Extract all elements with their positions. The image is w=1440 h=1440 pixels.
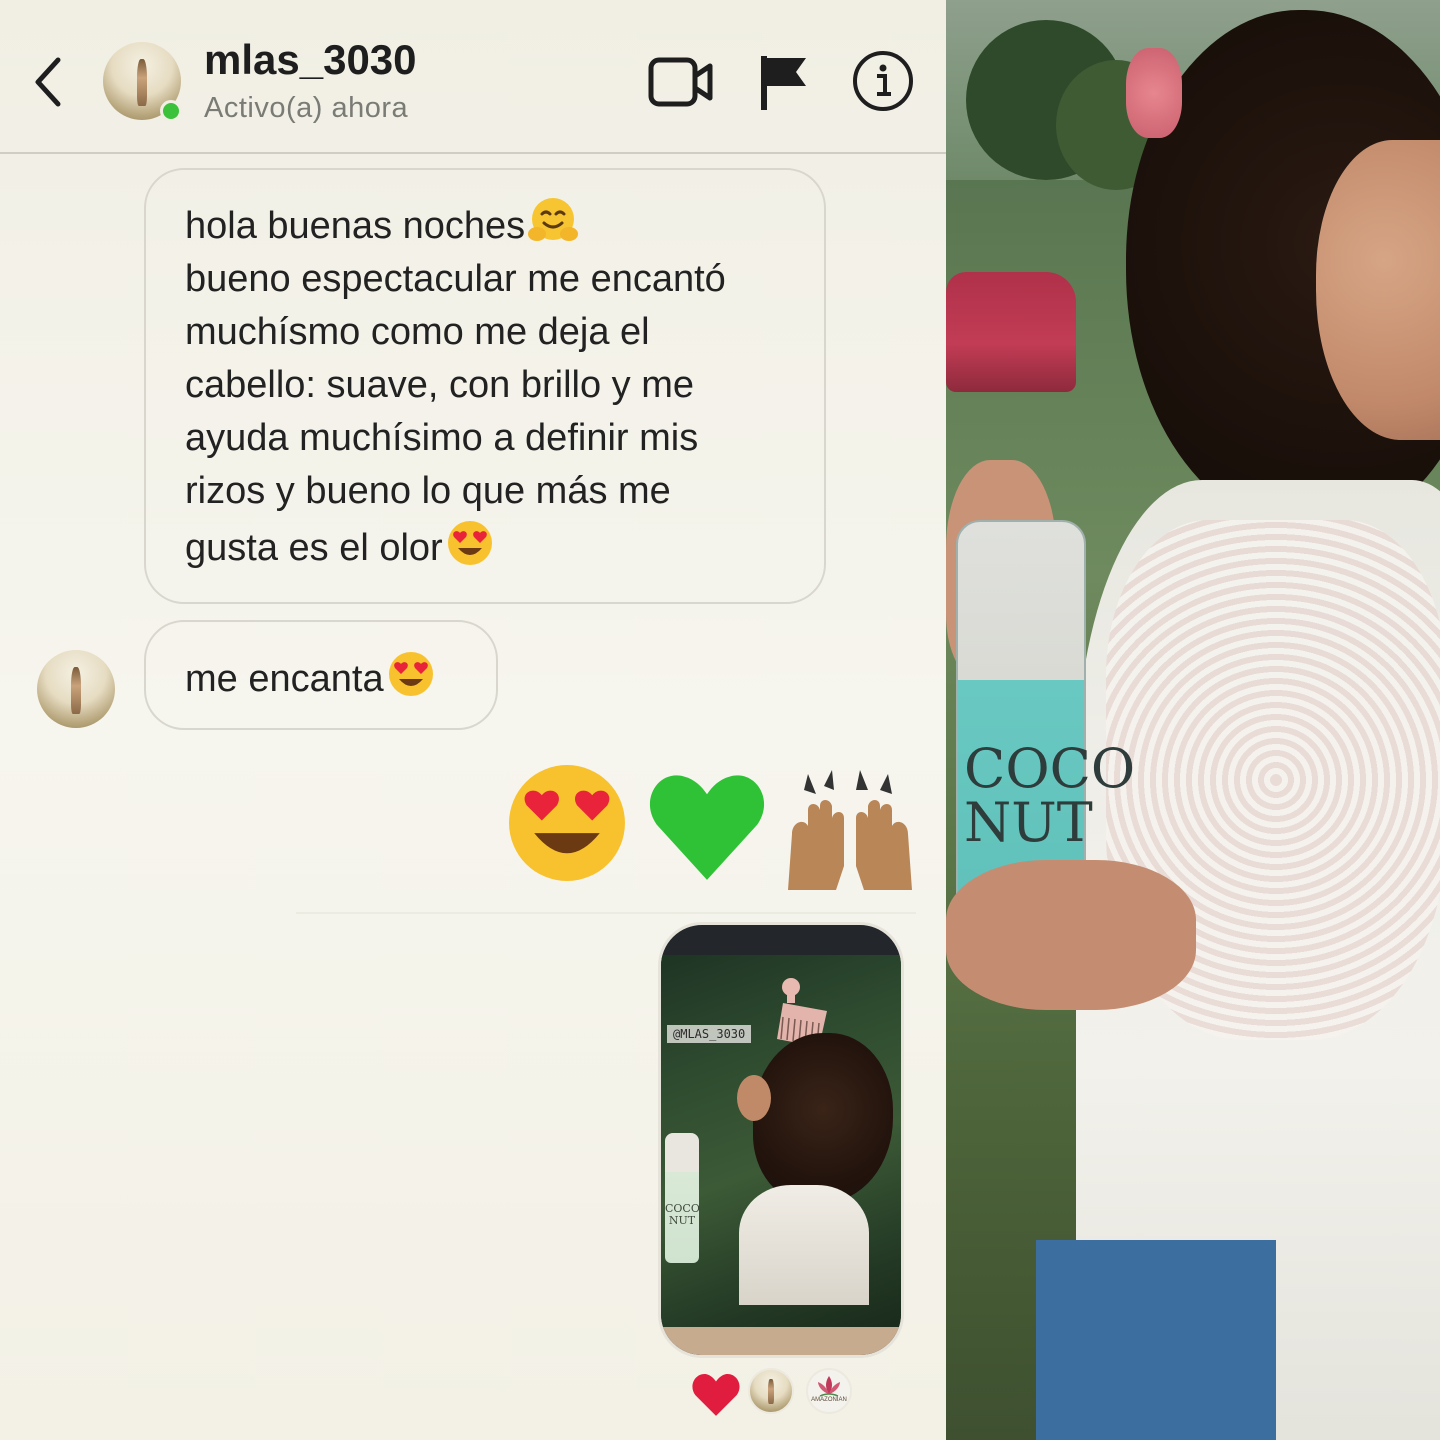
sender-avatar[interactable] <box>37 650 115 728</box>
lotus-logo-icon <box>818 1376 840 1397</box>
reactions-row[interactable]: AMAZONIAN <box>690 1368 860 1420</box>
story-bottle-label: COCO NUT <box>665 1202 700 1227</box>
raised-hands-icon <box>788 770 912 890</box>
hugging-face-icon <box>528 198 579 241</box>
message-line: gusta es el olor <box>185 527 443 569</box>
video-call-icon[interactable] <box>648 54 714 110</box>
story-body <box>739 1185 869 1305</box>
red-heart-icon <box>692 1374 740 1416</box>
reaction-avatar-brand[interactable]: AMAZONIAN <box>806 1368 852 1414</box>
story-bottom-bar <box>661 1327 901 1355</box>
story-hair <box>753 1033 893 1203</box>
photo-car <box>946 272 1076 392</box>
message-line: cabello: suave, con brillo y me <box>185 364 695 406</box>
flag-icon[interactable] <box>758 52 812 112</box>
heart-eyes-icon <box>388 652 433 696</box>
info-icon[interactable] <box>852 50 914 112</box>
brand-label: AMAZONIAN <box>811 1397 847 1403</box>
message-line: rizos y bueno lo que más me <box>185 470 671 512</box>
username[interactable]: mlas_3030 <box>204 36 417 84</box>
story-reply-thumbnail[interactable]: @MLAS_3030 COCO NUT <box>658 922 904 1358</box>
photo-hair-flower <box>1126 48 1182 138</box>
green-heart-icon <box>649 775 765 880</box>
story-product-bottle: COCO NUT <box>665 1133 700 1263</box>
online-indicator <box>160 100 182 122</box>
message-line: bueno espectacular me encantó <box>185 258 726 300</box>
chat-header: mlas_3030 Activo(a) ahora <box>0 0 946 154</box>
heart-eyes-icon <box>447 521 492 565</box>
message-bubble-received[interactable]: me encanta <box>144 620 498 730</box>
heart-eyes-icon <box>509 765 625 881</box>
story-user-tag: @MLAS_3030 <box>667 1025 752 1043</box>
message-line: ayuda muchísimo a definir mis <box>185 417 699 459</box>
back-chevron-icon[interactable] <box>28 52 72 112</box>
photo-hand <box>946 860 1196 1010</box>
photo-shorts <box>1036 1240 1276 1440</box>
active-status: Activo(a) ahora <box>204 92 409 124</box>
message-bubble-received[interactable]: hola buenas noches bueno espectacular me… <box>144 168 826 604</box>
divider <box>296 912 916 914</box>
photo-bottle-label: COCO NUT <box>964 737 1136 854</box>
chat-panel: mlas_3030 Activo(a) ahora hola buenas no… <box>0 0 946 1440</box>
message-text: me encanta <box>185 658 384 700</box>
message-line: hola buenas noches <box>185 205 526 247</box>
product-photo: COCO NUT <box>946 0 1440 1440</box>
message-line: muchísmo como me deja el <box>185 311 650 353</box>
reaction-avatar-user[interactable] <box>748 1368 794 1414</box>
story-face <box>737 1075 771 1121</box>
